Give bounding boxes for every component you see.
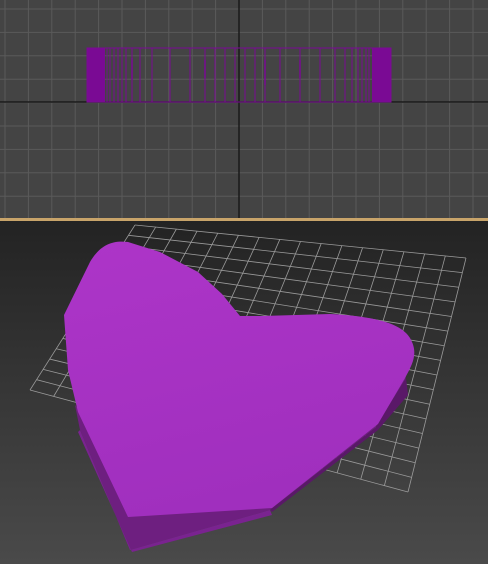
viewport-perspective[interactable] [0, 221, 488, 564]
front-grid [0, 0, 488, 218]
front-viewport-canvas[interactable] [0, 0, 488, 218]
perspective-viewport-canvas[interactable] [0, 221, 488, 564]
viewport-front[interactable] [0, 0, 488, 218]
